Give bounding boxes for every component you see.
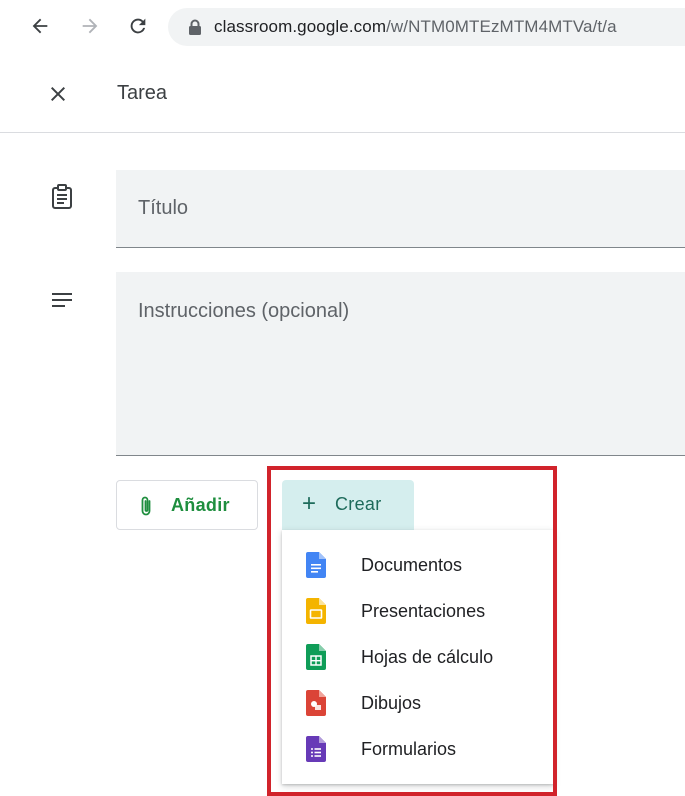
close-icon[interactable] — [46, 82, 70, 106]
menu-item-documentos[interactable]: Documentos — [282, 542, 554, 588]
create-button[interactable]: + Crear — [282, 480, 414, 530]
google-drawings-icon — [306, 690, 326, 721]
menu-item-label: Presentaciones — [361, 601, 486, 621]
google-docs-icon — [306, 552, 326, 583]
plus-icon: + — [302, 490, 317, 517]
google-slides-icon — [306, 598, 326, 629]
google-forms-icon — [306, 736, 326, 767]
assignment-clipboard-icon — [50, 184, 74, 209]
menu-item-label: Formularios — [361, 739, 457, 759]
add-button-label: Añadir — [171, 495, 230, 515]
menu-item-presentaciones[interactable]: Presentaciones — [282, 588, 554, 634]
paperclip-icon — [139, 495, 153, 522]
menu-item-formularios[interactable]: Formularios — [282, 726, 554, 772]
menu-item-label: Hojas de cálculo — [361, 647, 494, 667]
forward-arrow-icon[interactable] — [78, 14, 102, 38]
title-field[interactable]: Título — [116, 170, 685, 248]
create-button-label: Crear — [335, 494, 382, 514]
lock-icon — [188, 19, 202, 41]
menu-item-label: Dibujos — [361, 693, 422, 713]
instructions-field[interactable]: Instrucciones (opcional) — [116, 272, 685, 456]
url-text: classroom.google.com/w/NTM0MTEzMTM4MTVa/… — [214, 17, 617, 37]
menu-item-dibujos[interactable]: Dibujos — [282, 680, 554, 726]
assignment-header: Tarea — [0, 52, 685, 133]
page-title: Tarea — [117, 82, 168, 104]
browser-toolbar: classroom.google.com/w/NTM0MTEzMTM4MTVa/… — [0, 0, 685, 52]
create-menu: Documentos Presentaciones Hojas de cálcu… — [282, 530, 554, 784]
url-host: classroom.google.com — [214, 17, 387, 36]
back-arrow-icon[interactable] — [28, 14, 52, 38]
menu-item-label: Documentos — [361, 555, 463, 575]
url-path: /w/NTM0MTEzMTM4MTVa/t/a — [386, 17, 617, 36]
title-placeholder: Título — [138, 197, 189, 219]
description-lines-icon — [50, 291, 74, 315]
add-button[interactable]: Añadir — [116, 480, 258, 530]
reload-icon[interactable] — [126, 14, 150, 38]
address-bar[interactable]: classroom.google.com/w/NTM0MTEzMTM4MTVa/… — [168, 8, 685, 46]
menu-item-hojas-de-calculo[interactable]: Hojas de cálculo — [282, 634, 554, 680]
instructions-placeholder: Instrucciones (opcional) — [138, 300, 350, 322]
google-sheets-icon — [306, 644, 326, 675]
